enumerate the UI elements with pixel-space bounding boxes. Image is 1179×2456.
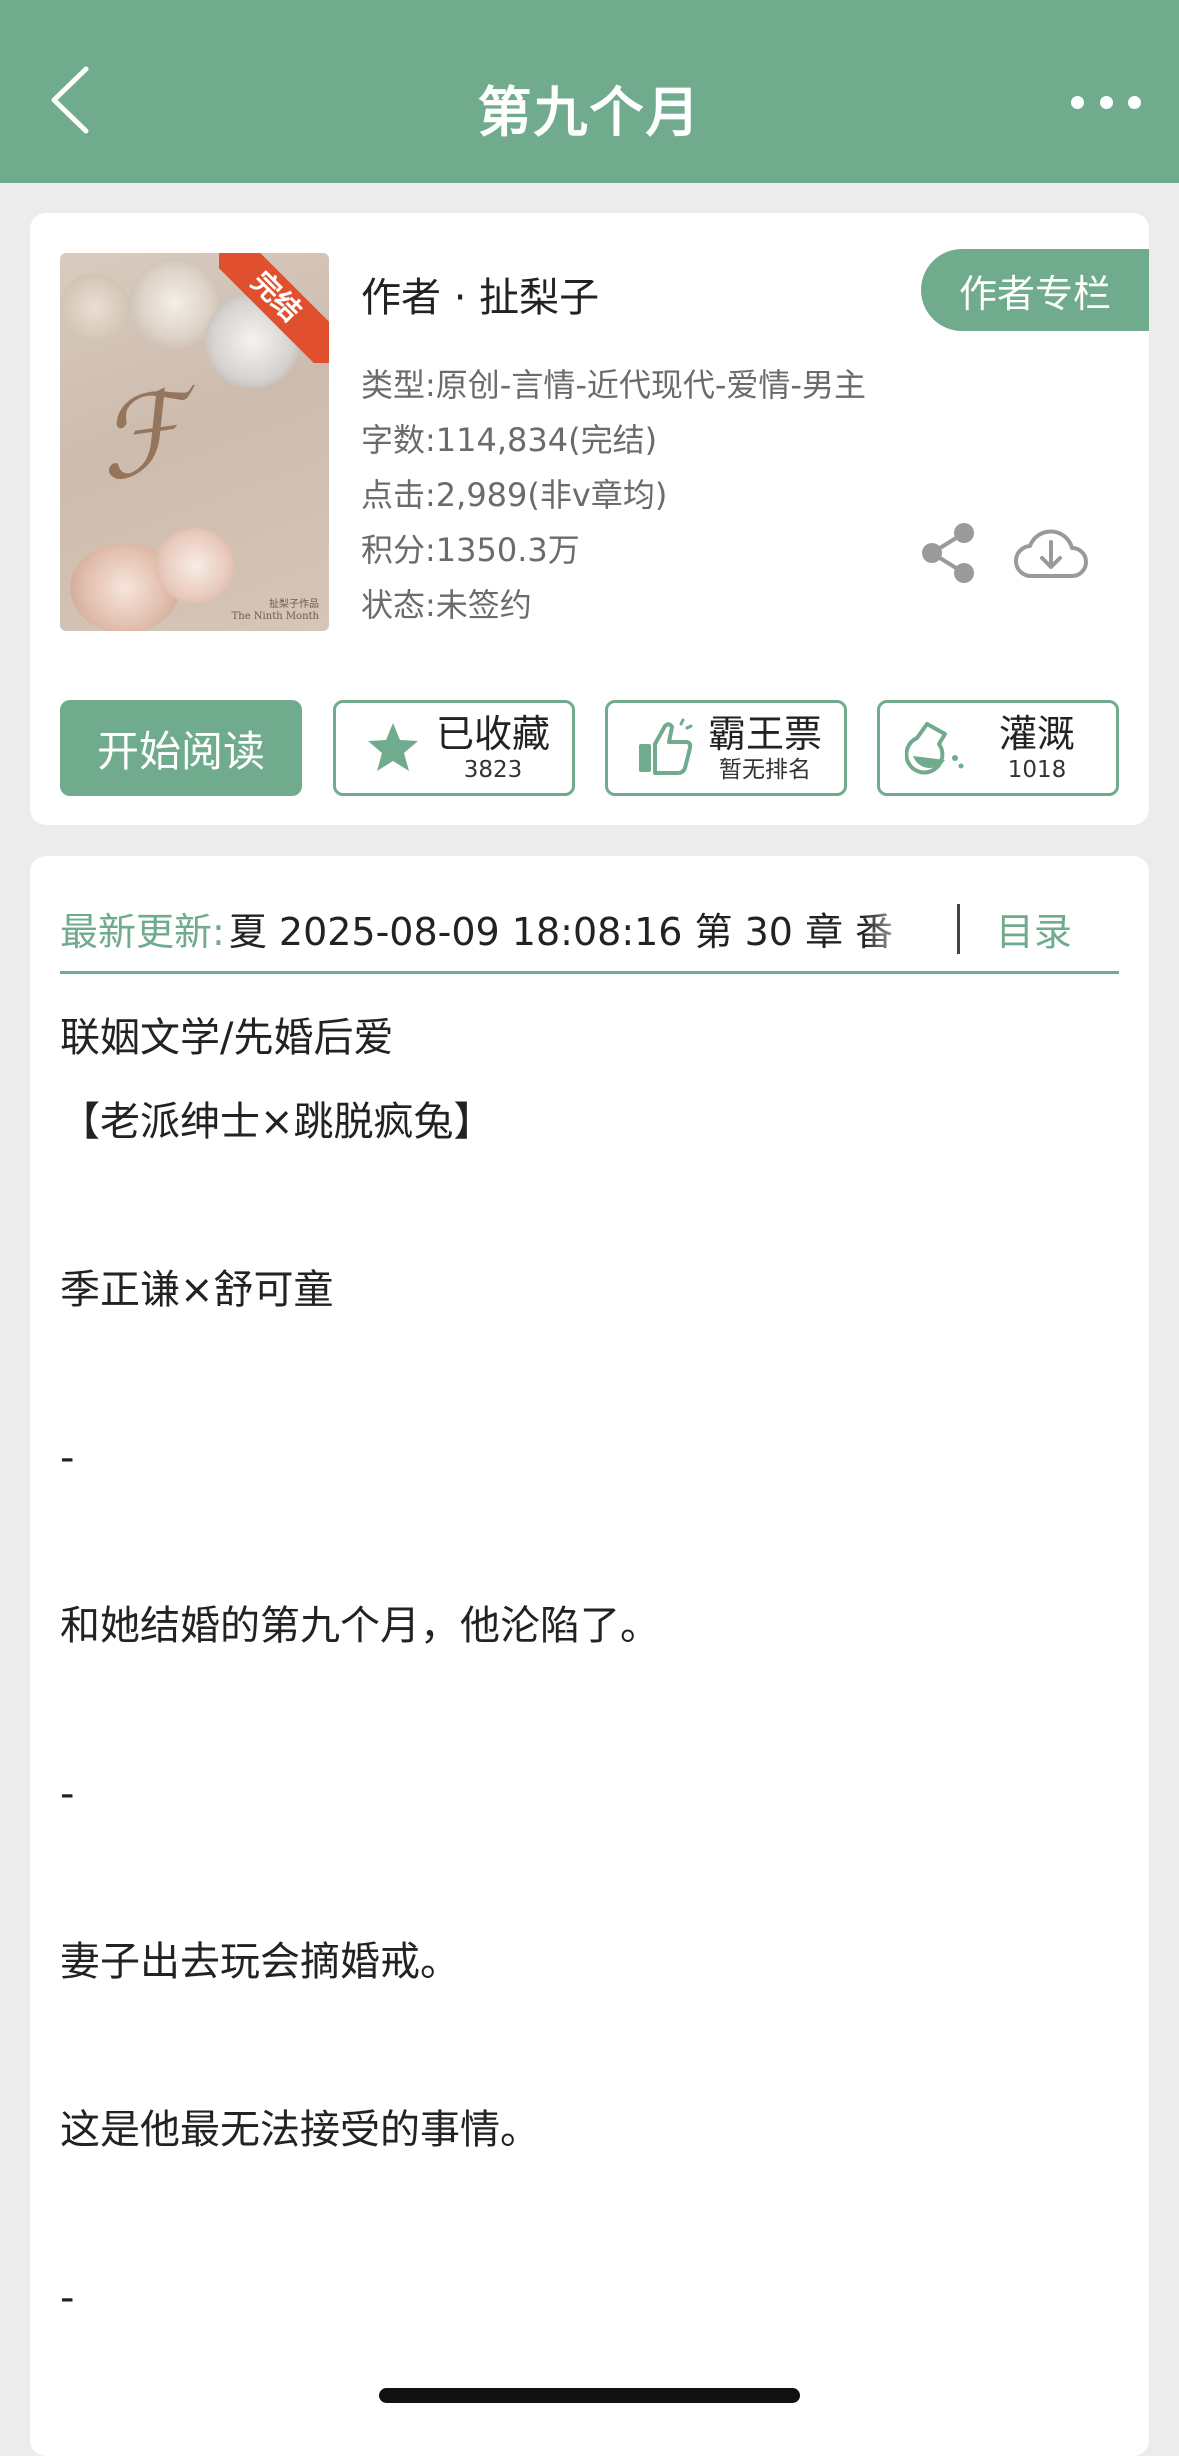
synopsis-line: 和她结婚的第九个月，他沦陷了。 (60, 1603, 660, 1649)
ticket-rank: 暂无排名 (719, 757, 811, 783)
irrigate-label: 灌溉 (998, 712, 1075, 756)
more-button[interactable] (1071, 82, 1141, 122)
synopsis-line (60, 1668, 1119, 1752)
synopsis-line (60, 1332, 1119, 1416)
overlord-ticket-button[interactable]: 霸王票 暂无排名 (605, 700, 847, 796)
synopsis-line (60, 1500, 1119, 1584)
share-icon (922, 523, 974, 583)
collect-count: 3823 (463, 757, 523, 783)
more-dot (1099, 95, 1113, 109)
meta-clicks: 点击:2,989(非v章均) (361, 476, 668, 514)
book-info-card: ℱ 扯梨子作品 The Ninth Month 完结 作者 · 扯梨子 作者专栏… (30, 213, 1149, 825)
cover-subtitle: 扯梨子作品 The Ninth Month (232, 599, 319, 623)
synopsis-card: 最新更新: 夏 2025-08-09 18:08:16 第 30 章 番 目录 … (30, 856, 1149, 2456)
synopsis-line: - (60, 1771, 75, 1817)
top-bar: 第九个月 (0, 0, 1179, 183)
synopsis-line (60, 1836, 1119, 1920)
star-icon-wrap (358, 713, 428, 783)
synopsis-line (60, 1164, 1119, 1248)
more-dot (1128, 95, 1141, 109)
synopsis-line: 季正谦×舒可童 (60, 1267, 334, 1313)
latest-update-text[interactable]: 夏 2025-08-09 18:08:16 第 30 章 番 (229, 901, 919, 956)
book-meta: 类型:原创-言情-近代现代-爱情-男主 字数:114,834(完结) 点击:2,… (361, 358, 866, 633)
home-indicator[interactable] (379, 2388, 800, 2403)
ticket-label: 霸王票 (707, 712, 822, 756)
status-badge: 完结 (219, 253, 329, 363)
synopsis-line (60, 2172, 1119, 2256)
cover-flower (155, 528, 235, 603)
cloud-download-icon (1013, 529, 1088, 579)
table-of-contents-link[interactable]: 目录 (996, 901, 1072, 956)
latest-update-label: 最新更新: (60, 910, 225, 954)
star-icon (368, 723, 418, 771)
synopsis-line: 【老派绅士×跳脱疯兔】 (60, 1099, 494, 1145)
download-button[interactable] (1012, 518, 1090, 588)
page-title: 第九个月 (477, 81, 702, 144)
nutrient-flask-icon (905, 722, 964, 775)
irrigate-text: 灌溉 1018 (972, 712, 1116, 784)
latest-update-row[interactable]: 最新更新: 夏 2025-08-09 18:08:16 第 30 章 番 目录 (60, 886, 1119, 974)
status-ribbon: 完结 (219, 253, 329, 363)
synopsis-line: - (60, 2275, 75, 2321)
ticket-text: 霸王票 暂无排名 (700, 712, 844, 784)
author-column-button[interactable]: 作者专栏 (921, 249, 1149, 331)
cover-flower (60, 273, 130, 343)
irrigate-button[interactable]: 灌溉 1018 (877, 700, 1119, 796)
synopsis-line: - (60, 1435, 75, 1481)
flask-icon-wrap (902, 713, 972, 783)
synopsis-line: 这是他最无法接受的事情。 (60, 2107, 540, 2153)
cover-author: 扯梨子作品 (269, 599, 319, 610)
meta-points: 积分:1350.3万 (361, 531, 580, 569)
share-button[interactable] (918, 518, 978, 588)
thumbs-up-icon (639, 718, 693, 775)
synopsis-text: 联姻文学/先婚后爱 【老派绅士×跳脱疯兔】 季正谦×舒可童 - 和她结婚的第九个… (60, 996, 1119, 2340)
cover-calligraphy: ℱ (89, 366, 193, 506)
start-reading-button[interactable]: 开始阅读 (60, 700, 302, 796)
thumbs-up-icon-wrap (630, 713, 700, 783)
collect-button[interactable]: 已收藏 3823 (333, 700, 575, 796)
book-cover[interactable]: ℱ 扯梨子作品 The Ninth Month 完结 (60, 253, 329, 631)
meta-word-count: 字数:114,834(完结) (361, 421, 658, 459)
collect-label: 已收藏 (435, 712, 550, 756)
author-name[interactable]: 作者 · 扯梨子 (361, 265, 599, 323)
meta-genre: 类型:原创-言情-近代现代-爱情-男主 (361, 366, 866, 404)
meta-status: 状态:未签约 (361, 586, 532, 624)
synopsis-line: 妻子出去玩会摘婚戒。 (60, 1939, 460, 1985)
synopsis-line: 联姻文学/先婚后爱 (60, 1015, 394, 1061)
divider (956, 903, 960, 954)
irrigate-count: 1018 (1007, 757, 1067, 783)
cover-english-title: The Ninth Month (231, 611, 319, 622)
collect-text: 已收藏 3823 (428, 712, 572, 784)
synopsis-line (60, 2004, 1119, 2088)
more-horizontal-icon (1071, 95, 1084, 109)
